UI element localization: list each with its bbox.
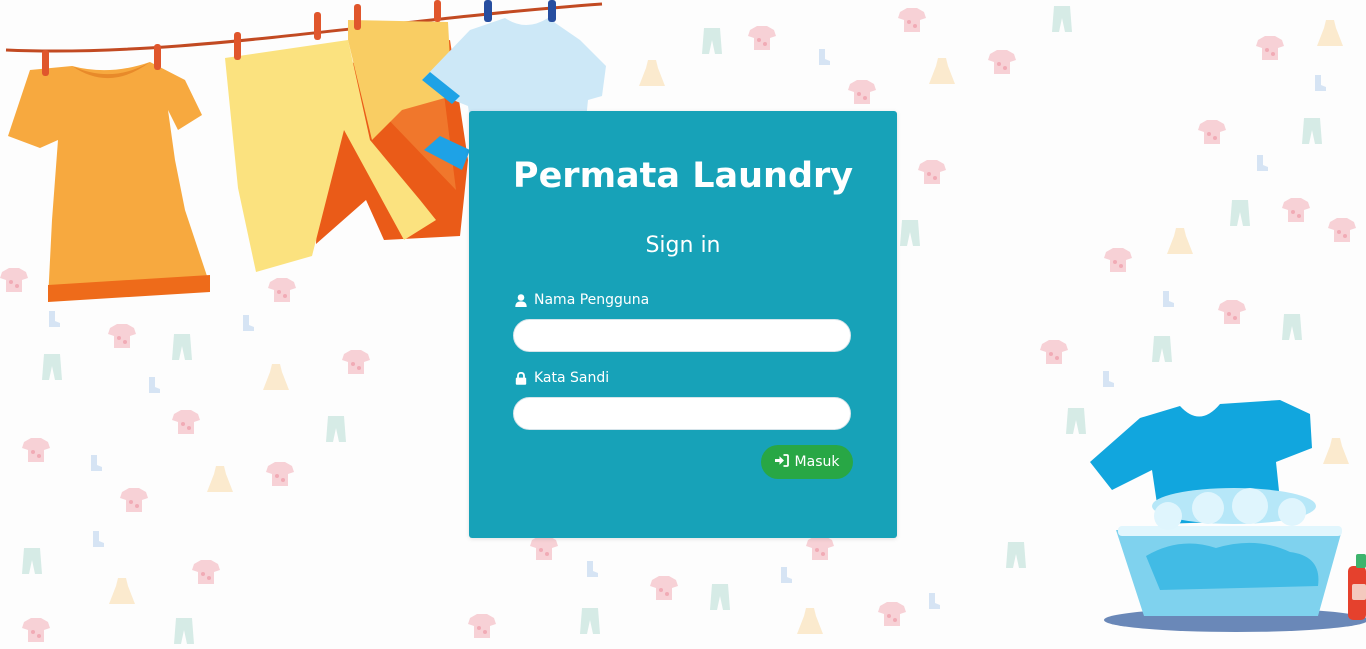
sign-in-icon [774,453,789,471]
password-input[interactable] [513,397,851,430]
username-label: Nama Pengguna [515,290,649,310]
login-page: Permata Laundry Sign in Nama Pengguna Ka… [0,0,1366,649]
password-label-text: Kata Sandi [534,370,610,386]
login-button[interactable]: Masuk [761,445,853,479]
password-label: Kata Sandi [515,368,609,388]
user-icon [515,293,527,307]
username-label-text: Nama Pengguna [534,292,650,308]
app-title: Permata Laundry [512,156,854,196]
username-input[interactable] [513,319,851,352]
sign-in-heading: Sign in [645,233,721,258]
login-button-label: Masuk [794,454,840,470]
login-card: Permata Laundry Sign in Nama Pengguna Ka… [469,111,897,538]
lock-icon [515,371,527,385]
